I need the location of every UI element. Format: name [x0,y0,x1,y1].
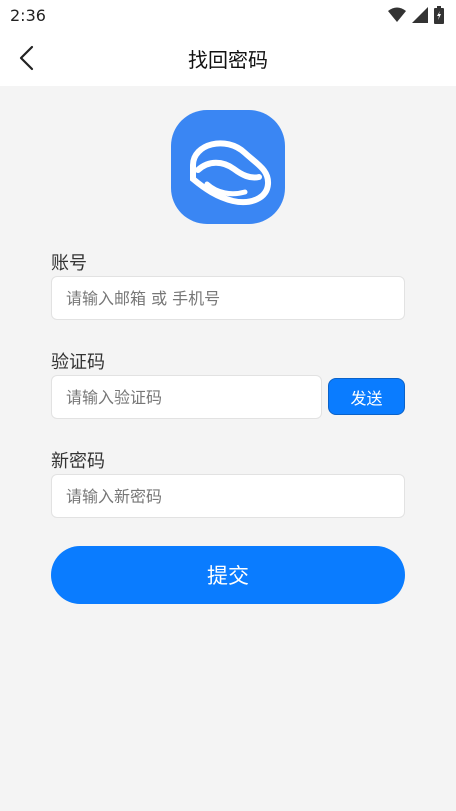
status-bar: 2:36 [0,0,456,32]
send-code-button[interactable]: 发送 [328,378,405,415]
code-label: 验证码 [51,352,105,373]
new-password-field [51,474,405,518]
account-field [51,276,405,320]
account-input[interactable] [52,277,404,319]
new-password-label: 新密码 [51,451,105,472]
signal-icon [412,7,428,23]
recover-password-form: 账号 验证码 发送 新密码 提交 [0,86,456,811]
cloud-logo-icon [171,110,285,224]
code-input[interactable] [52,376,321,418]
wifi-icon [388,7,406,22]
status-time: 2:36 [10,6,46,25]
code-field [51,375,322,419]
submit-button[interactable]: 提交 [51,546,405,604]
page-title: 找回密码 [188,48,268,72]
battery-icon [434,6,444,24]
account-label: 账号 [51,253,87,274]
new-password-input[interactable] [52,475,404,517]
status-icons [388,6,444,24]
app-header: 找回密码 [0,32,456,86]
